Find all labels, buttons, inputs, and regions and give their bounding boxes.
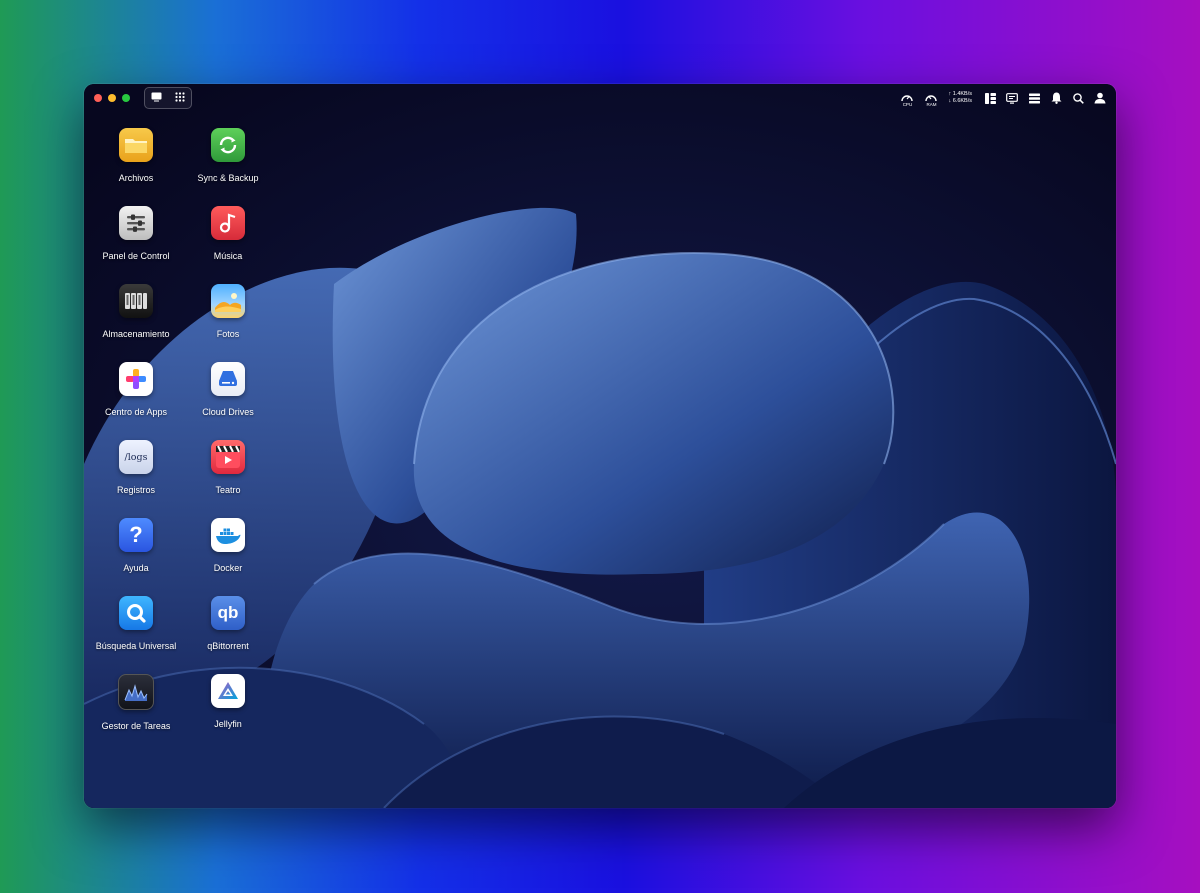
app-archivos[interactable]: Archivos xyxy=(90,128,182,206)
window-controls xyxy=(94,94,130,102)
app-jellyfin[interactable]: Jellyfin xyxy=(182,674,274,752)
cloud-drives-icon xyxy=(211,362,245,396)
app-label: Centro de Apps xyxy=(104,407,168,417)
app-cloud-drives[interactable]: Cloud Drives xyxy=(182,362,274,440)
app-docker[interactable]: Docker xyxy=(182,518,274,596)
app-label: Ayuda xyxy=(123,563,149,573)
desktop-window: CPU RAM ↑ 1.4KB/s ↓ 6.6KB/s Archivos Syn… xyxy=(84,84,1116,808)
app-teatro[interactable]: Teatro xyxy=(182,440,274,518)
user-icon[interactable] xyxy=(1094,92,1106,104)
cpu-label: CPU xyxy=(902,102,913,107)
download-speed: ↓ 6.6KB/s xyxy=(948,98,972,104)
app-label: Panel de Control xyxy=(102,251,170,261)
bell-icon[interactable] xyxy=(1050,92,1062,104)
docker-icon xyxy=(211,518,245,552)
upload-speed: ↑ 1.4KB/s xyxy=(948,91,972,97)
app-registros[interactable]: /logs Registros xyxy=(90,440,182,518)
app-label: Fotos xyxy=(216,329,240,339)
app-label: Música xyxy=(213,251,243,261)
jellyfin-icon xyxy=(211,674,245,708)
app-musica[interactable]: Música xyxy=(182,206,274,284)
ram-label: RAM xyxy=(926,102,937,107)
top-bar: CPU RAM ↑ 1.4KB/s ↓ 6.6KB/s xyxy=(84,84,1116,112)
app-label: Gestor de Tareas xyxy=(101,721,171,731)
app-label: Teatro xyxy=(215,485,241,495)
tasks-icon[interactable] xyxy=(1028,92,1040,104)
folder-icon xyxy=(119,128,153,162)
app-ayuda[interactable]: ? Ayuda xyxy=(90,518,182,596)
widgets-icon[interactable] xyxy=(984,92,996,104)
app-busqueda-universal[interactable]: Búsqueda Universal xyxy=(90,596,182,674)
help-icon-text: ? xyxy=(129,522,143,547)
desktop-view-icon[interactable] xyxy=(151,89,162,107)
status-bar: CPU RAM ↑ 1.4KB/s ↓ 6.6KB/s xyxy=(900,84,1106,112)
app-label: Docker xyxy=(213,563,243,573)
qbittorrent-icon: qb xyxy=(211,596,245,630)
app-label: Jellyfin xyxy=(214,719,242,729)
app-label: Sync & Backup xyxy=(197,173,259,183)
search-icon[interactable] xyxy=(1072,92,1084,104)
app-sync-backup[interactable]: Sync & Backup xyxy=(182,128,274,206)
cpu-gauge[interactable]: CPU xyxy=(900,91,914,107)
close-button[interactable] xyxy=(94,94,102,102)
theater-icon xyxy=(211,440,245,474)
app-panel-de-control[interactable]: Panel de Control xyxy=(90,206,182,284)
network-speed[interactable]: ↑ 1.4KB/s ↓ 6.6KB/s xyxy=(948,91,972,105)
app-label: Almacenamiento xyxy=(102,329,170,339)
app-gestor-de-tareas[interactable]: Gestor de Tareas xyxy=(90,674,182,752)
app-grid-icon[interactable] xyxy=(175,89,185,107)
app-label: qBittorrent xyxy=(207,641,249,651)
sync-icon xyxy=(211,128,245,162)
music-icon xyxy=(211,206,245,240)
app-label: Registros xyxy=(116,485,155,495)
logs-icon-text: /logs xyxy=(124,451,148,463)
app-qbittorrent[interactable]: qb qBittorrent xyxy=(182,596,274,674)
help-icon: ? xyxy=(119,518,153,552)
task-manager-icon xyxy=(118,674,154,710)
app-label: Cloud Drives xyxy=(202,407,254,417)
app-label: Búsqueda Universal xyxy=(95,641,177,651)
logs-icon: /logs xyxy=(119,440,153,474)
app-label: Archivos xyxy=(118,173,154,183)
view-switcher xyxy=(144,87,192,109)
maximize-button[interactable] xyxy=(122,94,130,102)
universal-search-icon xyxy=(119,596,153,630)
app-centro-de-apps[interactable]: Centro de Apps xyxy=(90,362,182,440)
minimize-button[interactable] xyxy=(108,94,116,102)
monitor-icon[interactable] xyxy=(1006,92,1018,104)
control-panel-icon xyxy=(119,206,153,240)
storage-icon xyxy=(119,284,153,318)
ram-gauge[interactable]: RAM xyxy=(924,91,938,107)
qbittorrent-icon-text: qb xyxy=(217,603,239,622)
desktop-app-grid: Archivos Sync & Backup Panel de Control … xyxy=(90,128,274,752)
app-fotos[interactable]: Fotos xyxy=(182,284,274,362)
photos-icon xyxy=(211,284,245,318)
app-center-icon xyxy=(119,362,153,396)
app-almacenamiento[interactable]: Almacenamiento xyxy=(90,284,182,362)
